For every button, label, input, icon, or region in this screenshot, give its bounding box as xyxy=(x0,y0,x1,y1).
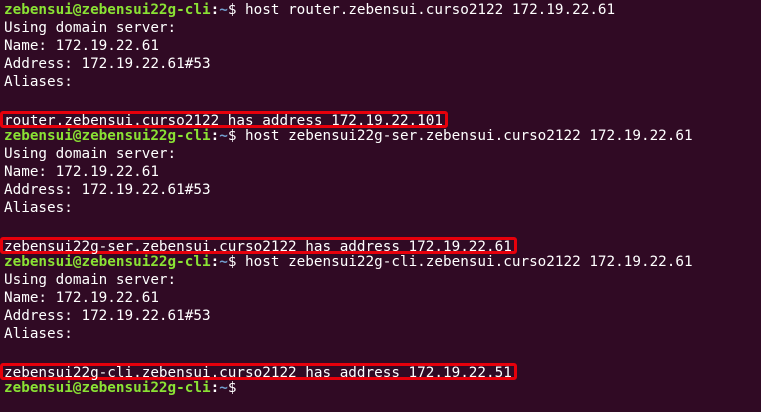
terminal-window[interactable]: zebensui@zebensui22g-cli:~$ host router.… xyxy=(0,0,761,412)
current-prompt-line[interactable]: zebensui@zebensui22g-cli:~$ xyxy=(4,379,761,397)
command-text: host zebensui22g-ser.zebensui.curso2122 … xyxy=(236,128,693,144)
prompt-path: ~ xyxy=(219,128,228,144)
prompt-colon: : xyxy=(210,254,220,270)
command-text: host zebensui22g-cli.zebensui.curso2122 … xyxy=(236,254,693,270)
output-line: Name: 172.19.22.61 xyxy=(4,164,159,180)
prompt-path: ~ xyxy=(219,2,228,18)
prompt-user-host: zebensui@zebensui22g-cli xyxy=(4,380,211,396)
output-line: Address: 172.19.22.61#53 xyxy=(4,56,211,72)
result-line: router.zebensui.curso2122 has address 17… xyxy=(0,109,761,129)
output-line: Aliases: xyxy=(4,200,73,216)
prompt-colon: : xyxy=(210,2,220,18)
output-line: Name: 172.19.22.61 xyxy=(4,290,159,306)
prompt-symbol: $ xyxy=(227,380,237,396)
command-line: zebensui@zebensui22g-cli:~$ host router.… xyxy=(4,1,761,19)
prompt-colon: : xyxy=(210,128,220,144)
output-line: Aliases: xyxy=(4,74,73,90)
command-line: zebensui@zebensui22g-cli:~$ host zebensu… xyxy=(4,253,761,271)
prompt-user-host: zebensui@zebensui22g-cli xyxy=(4,128,211,144)
output-line: Aliases: xyxy=(4,326,73,342)
command-line: zebensui@zebensui22g-cli:~$ host zebensu… xyxy=(4,127,761,145)
highlighted-result: zebensui22g-cli.zebensui.curso2122 has a… xyxy=(0,363,517,381)
output-line: Address: 172.19.22.61#53 xyxy=(4,308,211,324)
prompt-path: ~ xyxy=(219,380,228,396)
prompt-colon: : xyxy=(210,380,220,396)
highlighted-result: zebensui22g-ser.zebensui.curso2122 has a… xyxy=(0,237,517,255)
output-line: Address: 172.19.22.61#53 xyxy=(4,182,211,198)
result-line: zebensui22g-ser.zebensui.curso2122 has a… xyxy=(0,235,761,255)
output-line: Name: 172.19.22.61 xyxy=(4,38,159,54)
prompt-path: ~ xyxy=(219,254,228,270)
prompt-user-host: zebensui@zebensui22g-cli xyxy=(4,254,211,270)
highlighted-result: router.zebensui.curso2122 has address 17… xyxy=(0,111,448,129)
output-line: Using domain server: xyxy=(4,20,177,36)
output-line: Using domain server: xyxy=(4,146,177,162)
command-text: host router.zebensui.curso2122 172.19.22… xyxy=(236,2,616,18)
result-line: zebensui22g-cli.zebensui.curso2122 has a… xyxy=(0,361,761,381)
prompt-user-host: zebensui@zebensui22g-cli xyxy=(4,2,211,18)
output-line: Using domain server: xyxy=(4,272,177,288)
text-cursor xyxy=(236,380,244,395)
